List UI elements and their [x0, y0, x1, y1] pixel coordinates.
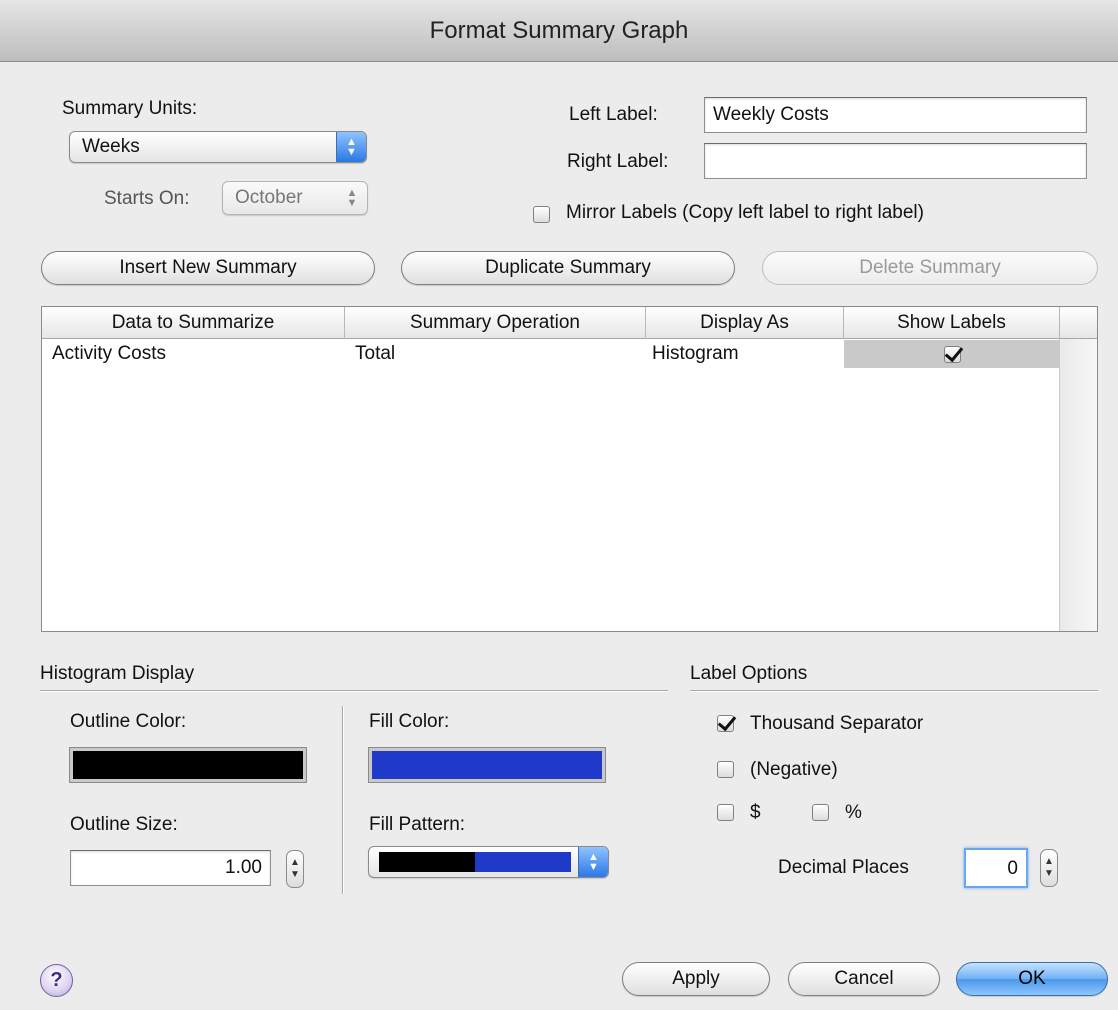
histogram-vertical-divider [342, 706, 344, 894]
percent-checkbox[interactable] [812, 804, 829, 821]
outline-color-label: Outline Color: [70, 711, 187, 732]
column-header-data[interactable]: Data to Summarize [42, 307, 345, 339]
pattern-preview-fill [475, 852, 571, 872]
histogram-display-title: Histogram Display [40, 663, 195, 684]
mirror-labels-checkbox[interactable] [533, 206, 550, 223]
left-label-label: Left Label: [569, 104, 658, 125]
row-display-as-cell[interactable]: Histogram [652, 343, 739, 365]
column-header-show-labels[interactable]: Show Labels [844, 307, 1060, 339]
row-operation-cell[interactable]: Total [355, 343, 395, 365]
right-label-label: Right Label: [567, 151, 669, 172]
row-data-cell[interactable]: Activity Costs [52, 343, 166, 365]
dollar-checkbox[interactable] [717, 804, 734, 821]
pattern-preview-solid [379, 852, 475, 872]
summary-units-label: Summary Units: [62, 98, 198, 119]
outline-size-stepper[interactable]: ▲ ▼ [286, 850, 304, 888]
starts-on-value: October [235, 187, 303, 208]
decimal-places-input[interactable]: 0 [964, 848, 1028, 888]
thousand-separator-label: Thousand Separator [750, 713, 924, 734]
window-title: Format Summary Graph [0, 0, 1118, 62]
cancel-button[interactable]: Cancel [788, 962, 940, 996]
decimal-places-stepper[interactable]: ▲ ▼ [1040, 849, 1058, 887]
thousand-separator-checkbox[interactable] [717, 715, 734, 732]
column-header-operation[interactable]: Summary Operation [345, 307, 646, 339]
show-labels-checkbox[interactable] [944, 346, 961, 363]
left-label-input[interactable]: Weekly Costs [704, 97, 1087, 133]
table-scrollbar[interactable] [1059, 339, 1097, 631]
decimal-places-label: Decimal Places [778, 857, 909, 878]
summary-units-value: Weeks [82, 136, 140, 157]
percent-label: % [845, 802, 862, 823]
negative-checkbox[interactable] [717, 761, 734, 778]
starts-on-select[interactable]: October ▲ ▼ [222, 181, 368, 215]
dollar-label: $ [750, 802, 761, 823]
mirror-labels-label: Mirror Labels (Copy left label to right … [566, 202, 924, 223]
fill-color-swatch[interactable] [368, 747, 606, 783]
apply-button[interactable]: Apply [622, 962, 770, 996]
duplicate-summary-button[interactable]: Duplicate Summary [401, 251, 735, 285]
histogram-divider [40, 690, 668, 692]
outline-color-swatch[interactable] [69, 747, 307, 783]
select-arrows-icon: ▲ ▼ [346, 187, 358, 209]
fill-pattern-label: Fill Pattern: [369, 814, 466, 835]
summary-table[interactable]: Data to Summarize Summary Operation Disp… [41, 306, 1098, 632]
table-header: Data to Summarize Summary Operation Disp… [42, 307, 1097, 339]
delete-summary-button[interactable]: Delete Summary [762, 251, 1098, 285]
select-arrows-icon: ▲ ▼ [578, 847, 608, 877]
column-header-display-as[interactable]: Display As [646, 307, 844, 339]
label-options-title: Label Options [690, 663, 808, 684]
label-options-divider [690, 690, 1098, 692]
fill-pattern-select[interactable]: ▲ ▼ [368, 846, 609, 878]
outline-size-label: Outline Size: [70, 814, 178, 835]
negative-label: (Negative) [750, 759, 838, 780]
right-label-input[interactable] [704, 143, 1087, 179]
fill-color-label: Fill Color: [369, 711, 450, 732]
help-icon[interactable]: ? [40, 964, 73, 997]
starts-on-label: Starts On: [104, 188, 190, 209]
summary-units-select[interactable]: Weeks ▲ ▼ [69, 131, 367, 163]
select-arrows-icon: ▲ ▼ [336, 132, 366, 162]
outline-size-input[interactable]: 1.00 [70, 850, 271, 886]
ok-button[interactable]: OK [956, 962, 1108, 996]
insert-new-summary-button[interactable]: Insert New Summary [41, 251, 375, 285]
